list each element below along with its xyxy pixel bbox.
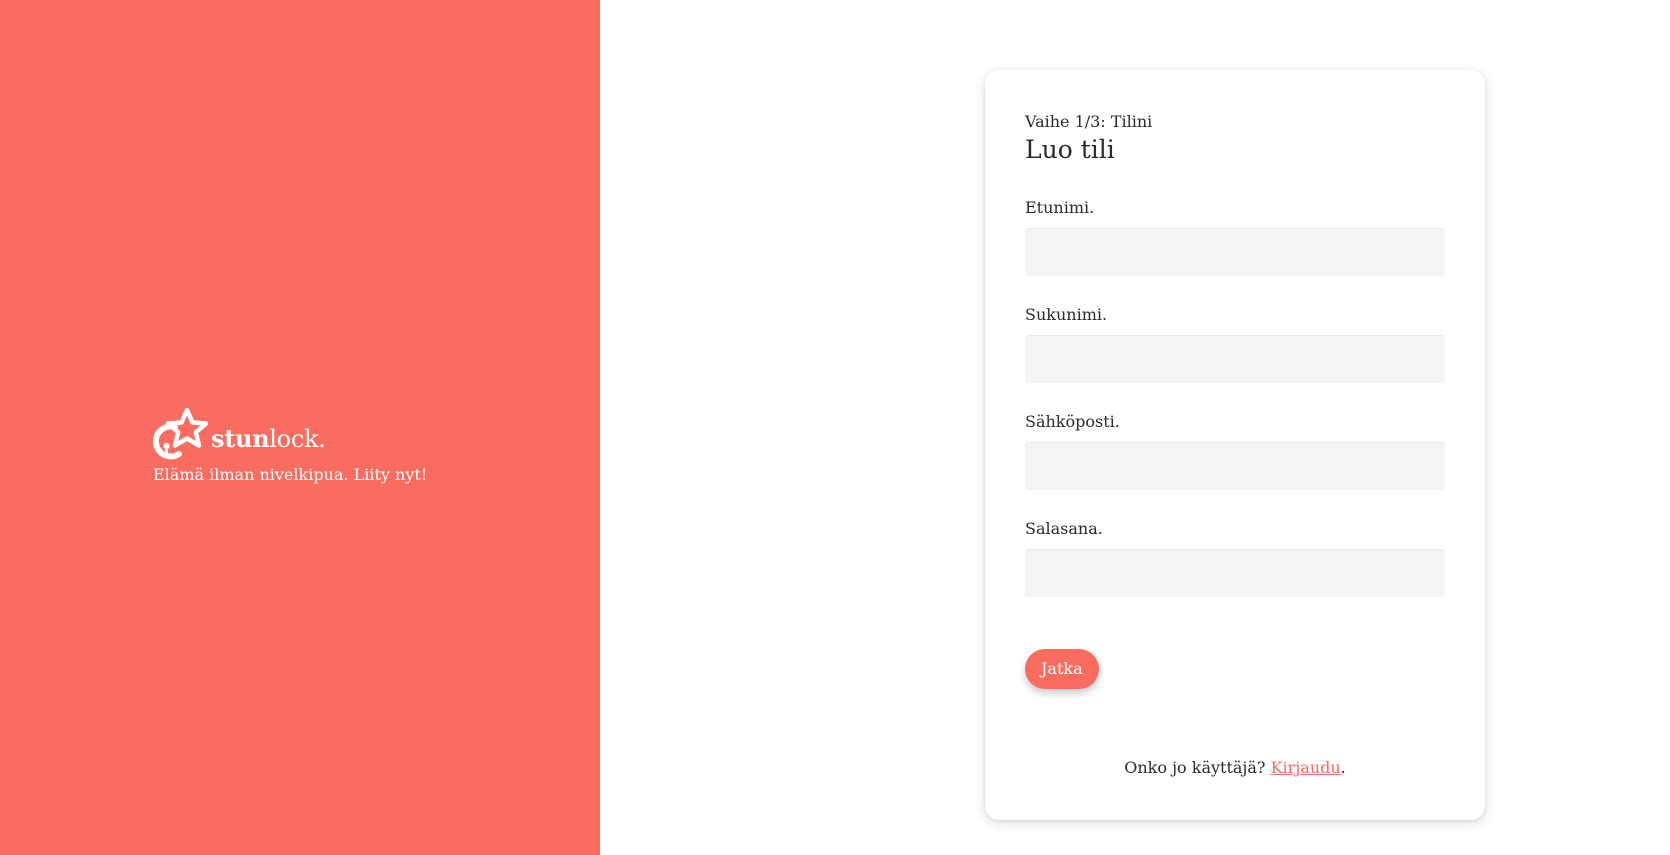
- last-name-field: Sukunimi.: [1025, 305, 1445, 383]
- logo-wordmark: stunlock.: [211, 424, 326, 453]
- email-field: Sähköposti.: [1025, 412, 1445, 490]
- star-key-logo-icon: [153, 408, 209, 460]
- login-prompt-end: .: [1340, 758, 1346, 777]
- password-input[interactable]: [1025, 549, 1445, 597]
- continue-button[interactable]: Jatka: [1025, 649, 1099, 689]
- login-prompt-text: Onko jo käyttäjä?: [1124, 758, 1266, 777]
- email-input[interactable]: [1025, 442, 1445, 490]
- logo-wordmark-regular: lock.: [269, 425, 326, 453]
- last-name-input[interactable]: [1025, 335, 1445, 383]
- password-label: Salasana.: [1025, 519, 1103, 538]
- brand-block: stunlock. Elämä ilman nivelkipua. Liity …: [153, 408, 427, 486]
- password-field: Salasana.: [1025, 519, 1445, 597]
- login-link[interactable]: Kirjaudu: [1271, 758, 1341, 777]
- brand-tagline: Elämä ilman nivelkipua. Liity nyt!: [153, 465, 428, 484]
- form-title: Luo tili: [1025, 135, 1115, 164]
- logo-wordmark-bold: stun: [211, 424, 270, 453]
- brand-panel: stunlock. Elämä ilman nivelkipua. Liity …: [0, 0, 600, 855]
- first-name-input[interactable]: [1025, 228, 1445, 276]
- signup-page: stunlock. Elämä ilman nivelkipua. Liity …: [0, 0, 1670, 855]
- form-panel: Vaihe 1/3: Tilini Luo tili Etunimi. Suku…: [600, 0, 1670, 855]
- logo: stunlock.: [153, 408, 427, 460]
- first-name-field: Etunimi.: [1025, 198, 1445, 276]
- signup-card: Vaihe 1/3: Tilini Luo tili Etunimi. Suku…: [985, 70, 1485, 820]
- step-indicator: Vaihe 1/3: Tilini: [1025, 112, 1153, 131]
- email-label: Sähköposti.: [1025, 412, 1120, 431]
- first-name-label: Etunimi.: [1025, 198, 1095, 217]
- login-prompt: Onko jo käyttäjä? Kirjaudu.: [985, 758, 1485, 778]
- last-name-label: Sukunimi.: [1025, 305, 1108, 324]
